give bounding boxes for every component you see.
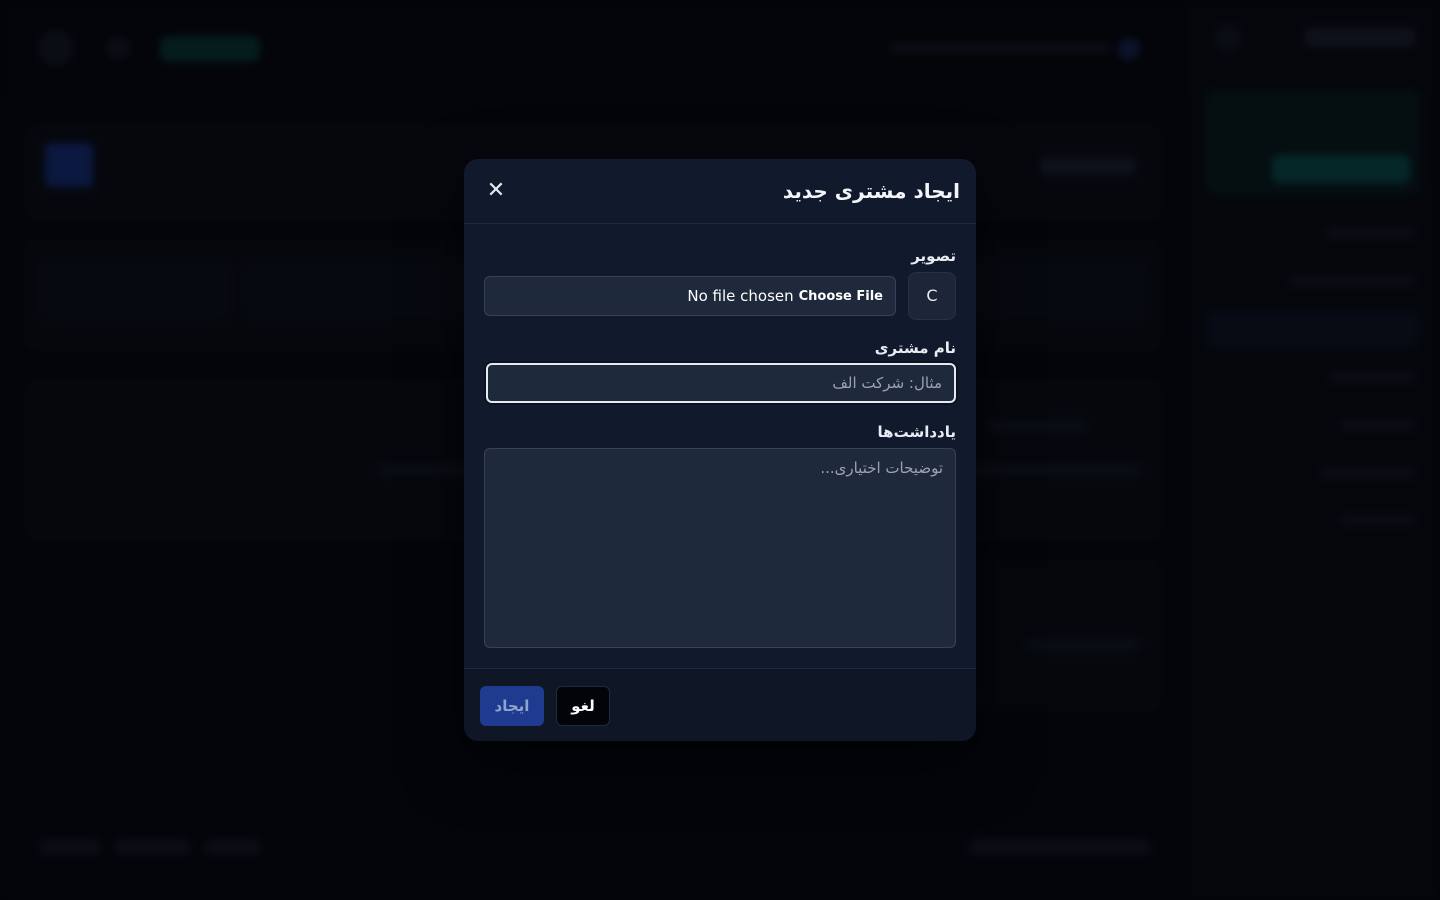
customer-name-label: نام مشتری <box>874 339 956 357</box>
dialog-footer: ایجاد لغو <box>464 668 976 741</box>
file-status-text: No file chosen <box>687 287 794 305</box>
dialog-title: ایجاد مشتری جدید <box>782 179 960 203</box>
choose-file-button[interactable]: Choose File <box>799 289 883 304</box>
create-customer-dialog: ایجاد مشتری جدید ✕ تصویر C Choose File N… <box>464 159 976 741</box>
create-button[interactable]: ایجاد <box>480 686 544 726</box>
notes-textarea[interactable] <box>484 448 956 648</box>
cancel-button[interactable]: لغو <box>556 686 610 726</box>
image-file-input[interactable]: Choose File No file chosen <box>484 276 896 316</box>
image-label: تصویر <box>911 247 956 265</box>
avatar-preview: C <box>908 272 956 320</box>
customer-name-input[interactable] <box>486 363 956 403</box>
dialog-header: ایجاد مشتری جدید ✕ <box>464 159 976 224</box>
close-icon[interactable]: ✕ <box>484 179 508 203</box>
notes-label: یادداشت‌ها <box>877 423 956 441</box>
